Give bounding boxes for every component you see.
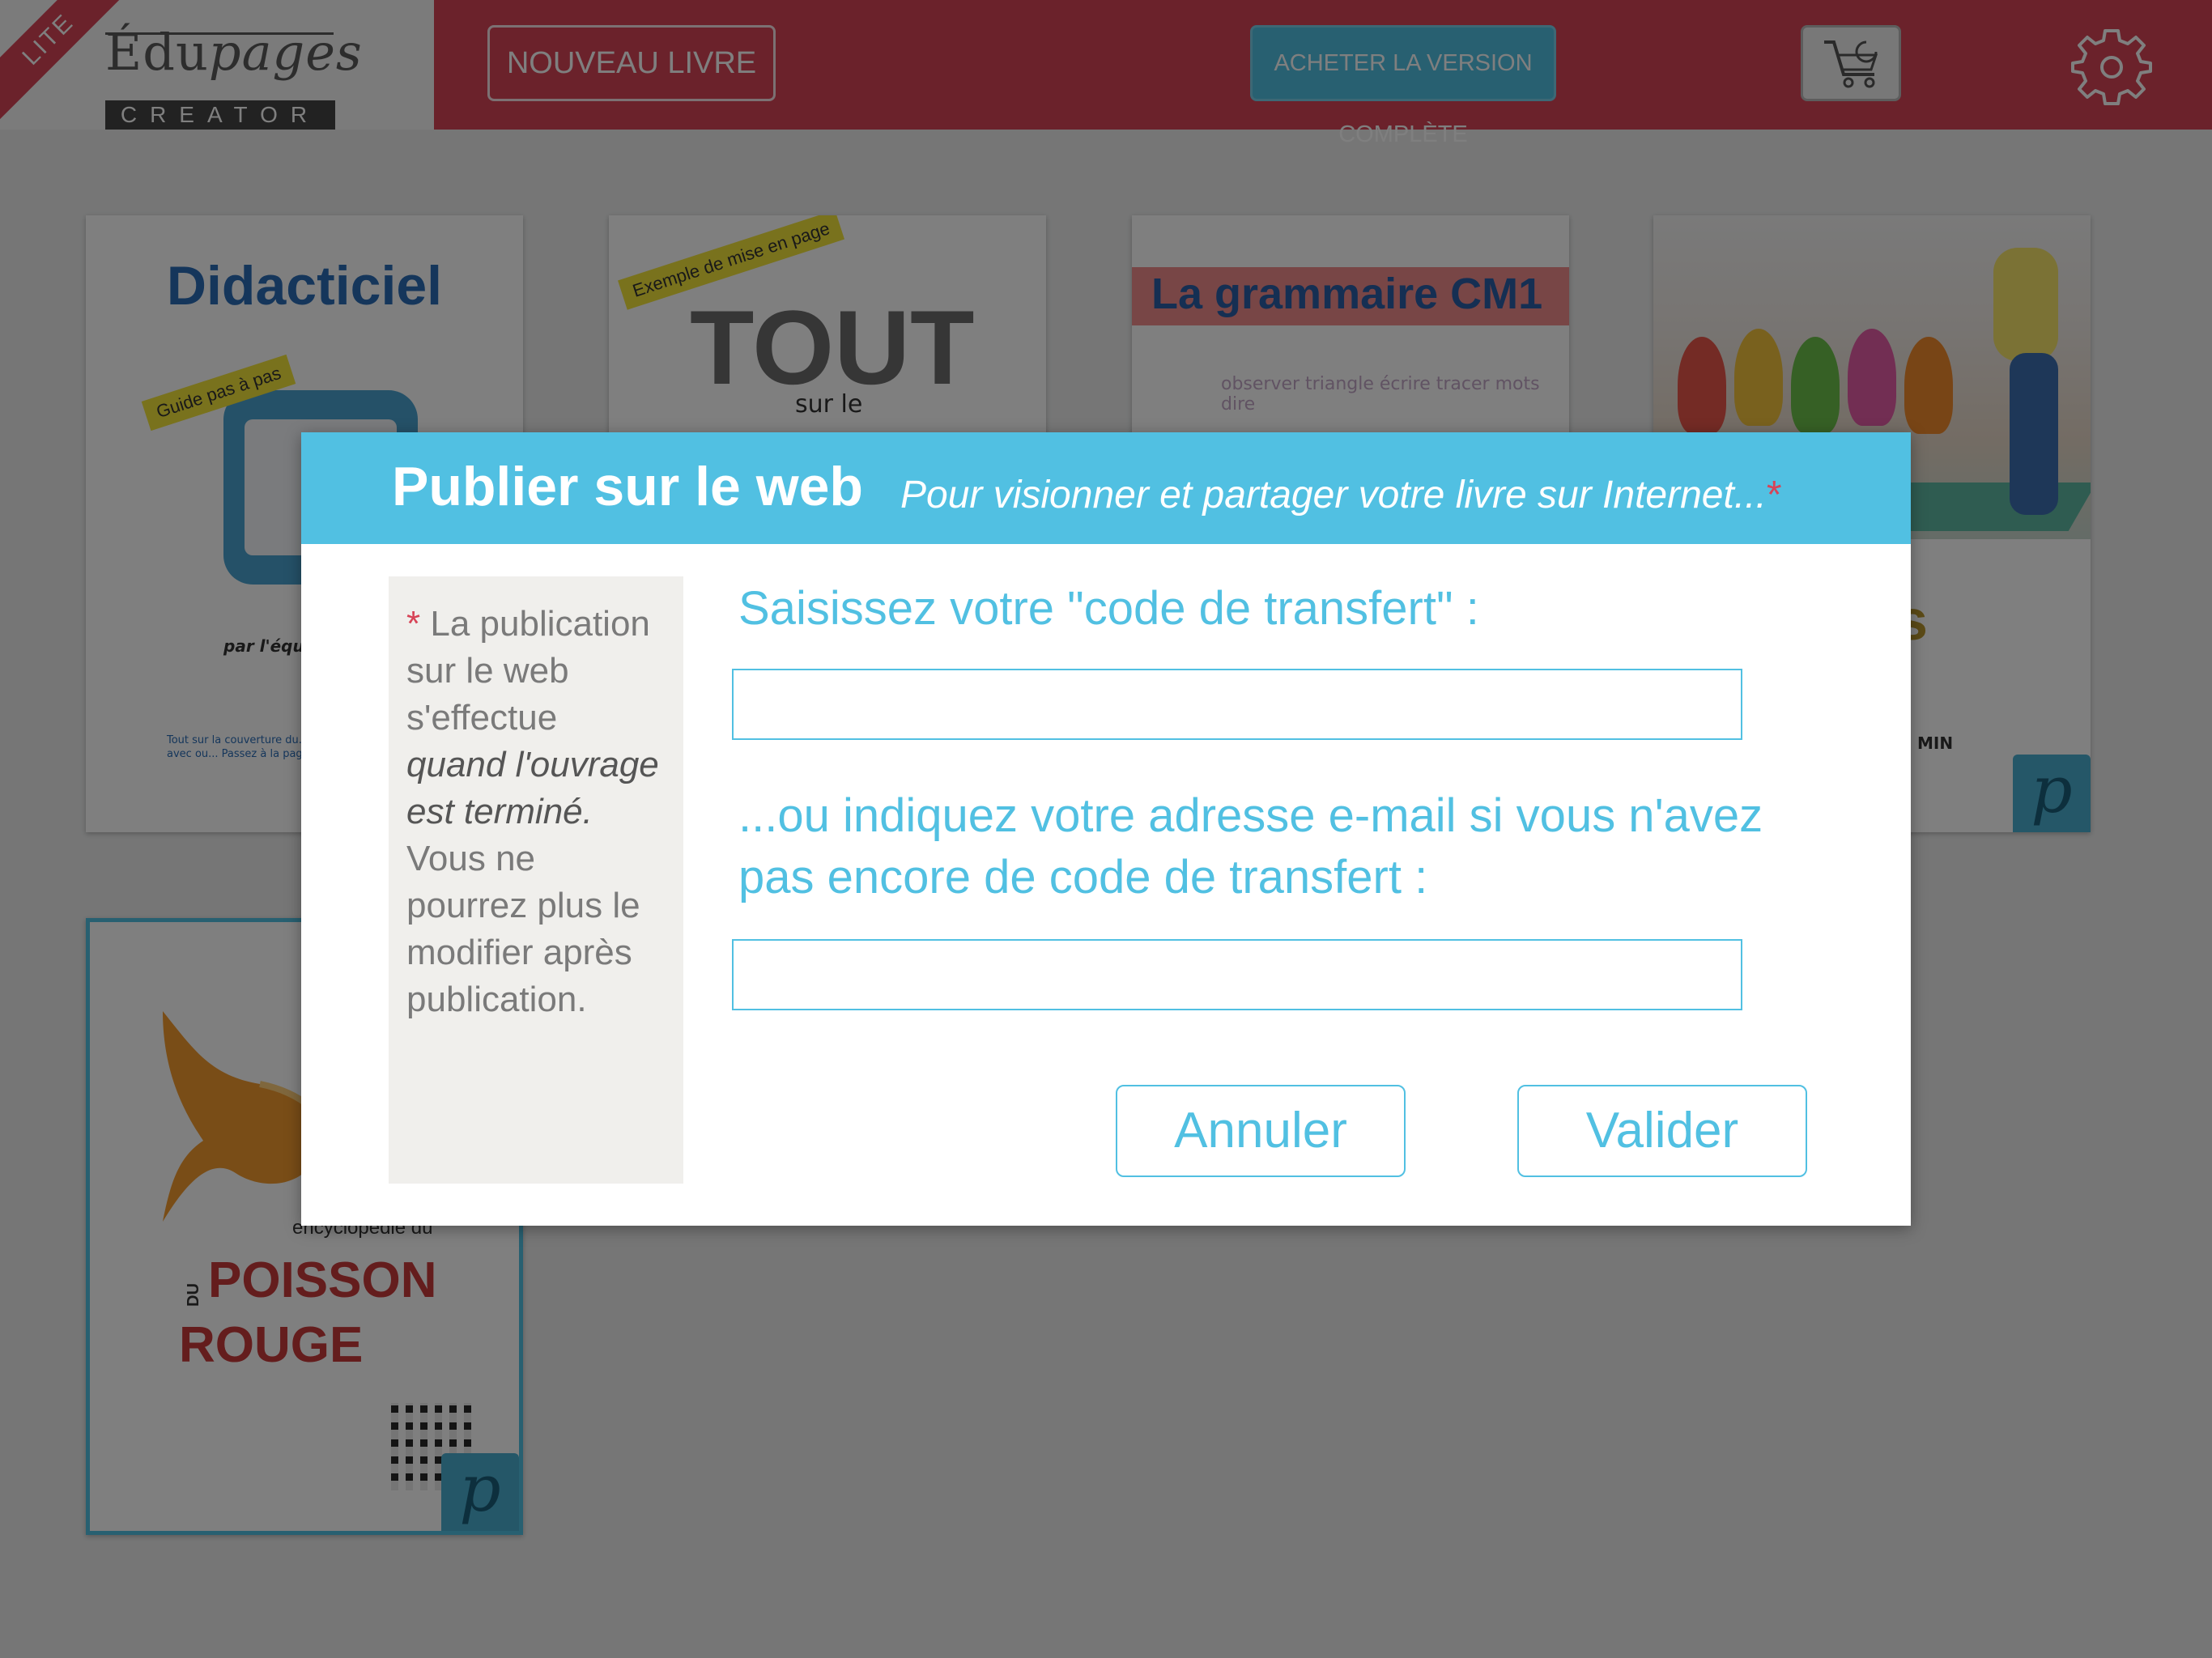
email-label: ...ou indiquez votre adresse e-mail si v… [738, 789, 1763, 903]
transfer-code-label: Saisissez votre "code de transfert" : [738, 582, 1479, 635]
dialog-subtitle: Pour visionner et partager votre livre s… [900, 473, 1782, 517]
dialog-subtitle-text: Pour visionner et partager votre livre s… [900, 474, 1767, 517]
publish-web-dialog: Publier sur le web Pour visionner et par… [301, 432, 1911, 1226]
dialog-header: Publier sur le web Pour visionner et par… [301, 432, 1911, 544]
note-text-emphasis: quand l'ouvrage est terminé. [406, 745, 659, 831]
dialog-title: Publier sur le web [392, 456, 863, 517]
publication-note: * La publication sur le web s'effectue q… [389, 576, 683, 1184]
validate-button[interactable]: Valider [1517, 1085, 1807, 1177]
note-text-2: Vous ne pourrez plus le modifier après p… [406, 839, 640, 1019]
transfer-code-input[interactable] [732, 669, 1742, 740]
footnote-star: * [1766, 474, 1782, 517]
cancel-button[interactable]: Annuler [1116, 1085, 1406, 1177]
note-star: * [406, 604, 421, 644]
email-input[interactable] [732, 939, 1742, 1010]
note-text-1: La publication sur le web s'effectue [406, 604, 650, 738]
